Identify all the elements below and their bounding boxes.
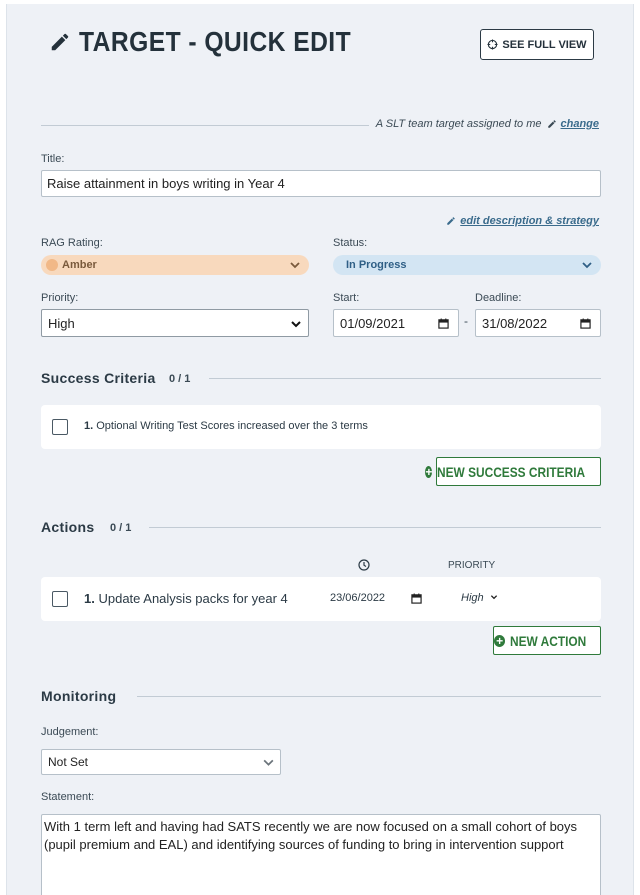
chevron-down-icon — [582, 262, 592, 269]
divider — [209, 378, 601, 379]
start-date-input[interactable]: 01/09/2021 — [333, 309, 459, 337]
status-label: Status: — [333, 237, 368, 249]
priority-column-header: PRIORITY — [448, 560, 496, 571]
divider — [149, 527, 601, 528]
deadline-label: Deadline: — [475, 292, 522, 304]
divider — [41, 125, 369, 126]
assignment-info: A SLT team target assigned to me change — [376, 118, 599, 130]
action-priority-select[interactable]: High — [461, 592, 498, 604]
rag-dot — [46, 259, 58, 271]
judgement-value: Not Set — [48, 755, 89, 769]
action-priority-value: High — [461, 592, 484, 604]
plus-circle-icon: + — [425, 464, 433, 479]
action-date[interactable]: 23/06/2022 — [330, 592, 385, 604]
calendar-icon[interactable] — [411, 593, 422, 604]
pencil-icon — [447, 217, 455, 225]
quick-edit-panel: TARGET - QUICK EDIT SEE FULL VIEW A SLT … — [6, 4, 634, 895]
calendar-icon[interactable] — [580, 318, 591, 329]
pencil-icon — [51, 33, 69, 51]
see-full-view-label: SEE FULL VIEW — [502, 38, 587, 51]
new-success-criteria-label: NEW SUCCESS CRITERIA — [437, 463, 586, 480]
success-criteria-checkbox[interactable] — [52, 419, 68, 435]
start-label: Start: — [333, 292, 360, 304]
judgement-select[interactable]: Not Set — [41, 749, 281, 775]
item-number: 1. — [84, 591, 95, 606]
rag-select[interactable]: Amber — [41, 255, 309, 275]
deadline-date-input[interactable]: 31/08/2022 — [475, 309, 601, 337]
success-criteria-count: 0 / 1 — [169, 373, 191, 385]
title-label: Title: — [41, 153, 65, 165]
item-label: Optional Writing Test Scores increased o… — [96, 420, 368, 432]
judgement-label: Judgement: — [41, 726, 99, 738]
calendar-icon[interactable] — [438, 318, 449, 329]
success-criteria-item: 1. Optional Writing Test Scores increase… — [41, 405, 601, 449]
title-input[interactable]: Raise attainment in boys writing in Year… — [41, 170, 601, 197]
item-label: Update Analysis packs for year 4 — [98, 591, 288, 606]
date-separator: - — [464, 314, 468, 328]
pencil-icon — [548, 120, 557, 128]
clock-icon — [358, 559, 370, 571]
action-item: 1. Update Analysis packs for year 4 23/0… — [41, 577, 601, 621]
item-number: 1. — [84, 420, 94, 432]
page-title: TARGET - QUICK EDIT — [49, 26, 388, 58]
chevron-down-icon — [263, 759, 274, 766]
rag-label: RAG Rating: — [41, 237, 103, 249]
rag-value: Amber — [62, 259, 97, 271]
edit-description-label: edit description & strategy — [460, 215, 599, 227]
see-full-view-button[interactable]: SEE FULL VIEW — [480, 29, 594, 60]
page-title-text: TARGET - QUICK EDIT — [79, 26, 352, 57]
chevron-down-icon — [290, 262, 300, 269]
success-criteria-text: 1. Optional Writing Test Scores increase… — [84, 420, 368, 432]
actions-count: 0 / 1 — [110, 522, 132, 534]
chevron-down-icon — [490, 595, 497, 600]
new-success-criteria-button[interactable]: + NEW SUCCESS CRITERIA — [425, 457, 601, 486]
statement-label: Statement: — [41, 791, 95, 803]
action-text: 1. Update Analysis packs for year 4 — [84, 591, 288, 606]
deadline-date-value: 31/08/2022 — [482, 315, 548, 331]
priority-value: High — [48, 315, 75, 331]
status-value: In Progress — [346, 259, 407, 271]
priority-select[interactable]: High — [41, 309, 309, 337]
crosshair-icon — [487, 39, 498, 50]
priority-label: Priority: — [41, 292, 79, 304]
statement-textarea[interactable]: With 1 term left and having had SATS rec… — [41, 814, 601, 895]
status-select[interactable]: In Progress — [333, 255, 601, 275]
action-checkbox[interactable] — [52, 591, 68, 607]
plus-circle-icon: + — [494, 634, 506, 647]
new-action-button[interactable]: + NEW ACTION — [493, 626, 601, 655]
new-action-label: NEW ACTION — [510, 632, 587, 649]
assignment-text: A SLT team target assigned to me — [375, 118, 542, 130]
edit-description-link[interactable]: edit description & strategy — [446, 215, 599, 227]
start-date-value: 01/09/2021 — [340, 315, 406, 331]
actions-title: Actions — [41, 519, 95, 535]
divider — [137, 696, 601, 697]
success-criteria-title: Success Criteria — [41, 370, 156, 386]
chevron-down-icon — [291, 321, 301, 328]
change-link[interactable]: change — [560, 118, 599, 130]
monitoring-title: Monitoring — [41, 688, 117, 704]
